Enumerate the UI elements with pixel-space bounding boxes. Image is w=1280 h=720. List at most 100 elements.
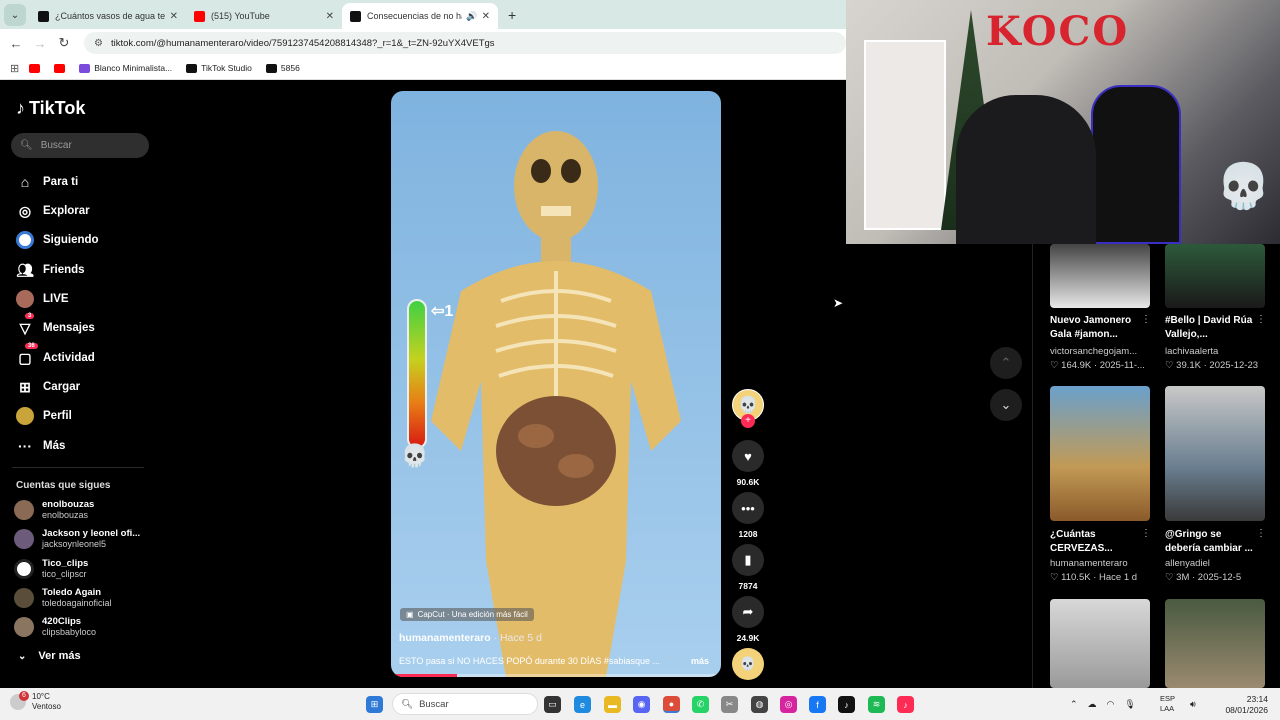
more-options-icon[interactable]: ⋮: [1256, 528, 1266, 539]
clock[interactable]: 23:14 08/01/2026: [1222, 694, 1268, 716]
follow-plus-icon[interactable]: +: [741, 414, 755, 428]
spotify-icon[interactable]: ≋: [868, 696, 885, 713]
language-indicator[interactable]: ESP LAA: [1160, 694, 1175, 714]
heart-icon[interactable]: ♥: [732, 440, 764, 472]
followed-account[interactable]: Tico_clips tico_clipscr: [14, 558, 88, 580]
capcut-badge[interactable]: ▣ CapCut · Una edición más fácil: [400, 608, 534, 621]
followed-account[interactable]: Toledo Again toledoagainoficial: [14, 587, 112, 609]
card-author[interactable]: victorsanchegojam...: [1050, 346, 1150, 357]
reload-icon[interactable]: ↻: [52, 35, 76, 51]
card-title[interactable]: @Gringo se debería cambiar ...: [1165, 528, 1255, 556]
tiktok-app-icon[interactable]: ♪: [838, 696, 855, 713]
snipping-tool-icon[interactable]: ✂: [721, 696, 738, 713]
more-options-icon[interactable]: ⋮: [1141, 528, 1151, 539]
video-progress-bar[interactable]: [391, 674, 721, 677]
speaker-icon[interactable]: 🔊: [466, 11, 477, 22]
forward-icon[interactable]: →: [28, 36, 52, 51]
facebook-icon[interactable]: f: [809, 696, 826, 713]
task-view-icon[interactable]: ▭: [544, 696, 561, 713]
nav-siguiendo[interactable]: Siguiendo: [16, 231, 99, 249]
browser-tabstrip: ⌄ ¿Cuántos vasos de agua te lleva ✕ (515…: [0, 0, 846, 29]
followed-account[interactable]: 420Clips clipsbabyloco: [14, 616, 96, 638]
nav-perfil[interactable]: Perfil: [16, 407, 72, 425]
scroll-up-button[interactable]: ⌃: [990, 347, 1022, 379]
windows-start-icon[interactable]: ⊞: [366, 696, 383, 713]
taskbar-search[interactable]: 🔍︎ Buscar: [392, 693, 538, 715]
instagram-icon[interactable]: ◎: [780, 696, 797, 713]
card-title[interactable]: ¿Cuántas CERVEZAS...: [1050, 528, 1140, 556]
browser-tab-active[interactable]: Consecuencias de no hace 🔊 ✕: [342, 3, 498, 29]
like-action[interactable]: ♥ 90.6K: [732, 440, 764, 487]
followed-account[interactable]: Jackson y leonel ofi... jacksoynleonel5: [14, 528, 140, 550]
tab-search-button[interactable]: ⌄: [4, 4, 26, 26]
bookmark-youtube-icon[interactable]: [54, 63, 69, 73]
site-info-icon[interactable]: ⚙: [94, 38, 103, 49]
share-action[interactable]: ➦ 24.9K: [732, 596, 764, 643]
see-more-button[interactable]: ⌄ Ver más: [18, 650, 81, 662]
nav-live[interactable]: LIVE: [16, 290, 69, 308]
bookmark-canva[interactable]: Blanco Minimalista...: [79, 63, 172, 73]
bookmark-5856[interactable]: 5856: [265, 63, 300, 73]
followed-account[interactable]: enolbouzas enolbouzas: [14, 499, 94, 521]
browser-tab[interactable]: ¿Cuántos vasos de agua te lleva ✕: [30, 3, 186, 29]
comment-action[interactable]: ••• 1208: [732, 492, 764, 539]
more-options-icon[interactable]: ⋮: [1141, 314, 1151, 325]
card-author[interactable]: humanamenteraro: [1050, 558, 1150, 569]
new-tab-icon[interactable]: +: [508, 7, 516, 23]
bookmark-tiktok-studio[interactable]: TikTok Studio: [186, 63, 252, 73]
bookmark-icon[interactable]: ▮: [732, 544, 764, 576]
edge-icon[interactable]: e: [574, 696, 591, 713]
nav-mas[interactable]: ··· Más: [16, 437, 65, 455]
whatsapp-icon[interactable]: ✆: [692, 696, 709, 713]
divider: [12, 467, 144, 468]
video-thumbnail[interactable]: [1165, 599, 1265, 688]
nav-mensajes[interactable]: ▽ 3 Mensajes: [16, 313, 95, 337]
tiktok-logo[interactable]: ♪ TikTok: [16, 98, 85, 119]
network-icon[interactable]: ☁: [1088, 699, 1097, 710]
video-thumbnail[interactable]: [1165, 386, 1265, 521]
back-icon[interactable]: ←: [4, 36, 28, 51]
nav-cargar[interactable]: ⊞ Cargar: [16, 378, 80, 396]
obs-icon[interactable]: ◍: [751, 696, 768, 713]
browser-tab[interactable]: (515) YouTube ✕: [186, 3, 342, 29]
nav-label: LIVE: [43, 293, 69, 305]
apps-icon[interactable]: ⊞: [10, 62, 19, 75]
video-author[interactable]: humanamenteraro · Hace 5 d: [399, 632, 542, 644]
save-action[interactable]: ▮ 7874: [732, 544, 764, 591]
bookmark-youtube-icon[interactable]: [29, 63, 44, 73]
video-thumbnail[interactable]: [1165, 244, 1265, 308]
music-disc-icon[interactable]: 💀: [732, 648, 764, 680]
nav-explorar[interactable]: ◎ Explorar: [16, 202, 90, 220]
video-thumbnail[interactable]: [1050, 386, 1150, 521]
card-title[interactable]: #Bello | David Rúa Vallejo,...: [1165, 314, 1255, 342]
discord-icon[interactable]: ◉: [633, 696, 650, 713]
url-field[interactable]: ⚙ tiktok.com/@humanamenteraro/video/7591…: [84, 32, 846, 54]
comment-icon[interactable]: •••: [732, 492, 764, 524]
nav-actividad[interactable]: ▢ 36 Actividad: [16, 343, 95, 367]
close-tab-icon[interactable]: ✕: [326, 11, 334, 22]
video-player[interactable]: 💀 ⇦1 ▣ CapCut · Una edición más fácil hu…: [391, 91, 721, 677]
chevron-up-icon[interactable]: ⌃: [1070, 699, 1078, 710]
share-icon[interactable]: ➦: [732, 596, 764, 628]
card-author[interactable]: lachivaalerta: [1165, 346, 1265, 357]
nav-para-ti[interactable]: ⌂ Para ti: [16, 173, 78, 191]
nav-friends[interactable]: 👥︎ Friends: [16, 261, 84, 279]
more-link[interactable]: más: [691, 656, 709, 666]
microphone-icon[interactable]: 🎙︎: [1124, 699, 1135, 710]
card-author[interactable]: allenyadiel: [1165, 558, 1265, 569]
file-explorer-icon[interactable]: ▬: [604, 696, 621, 713]
sound-disc[interactable]: 💀: [732, 648, 764, 680]
more-options-icon[interactable]: ⋮: [1256, 314, 1266, 325]
weather-widget[interactable]: 6 10°C Ventoso: [10, 691, 61, 712]
card-title[interactable]: Nuevo Jamonero Gala #jamon...: [1050, 314, 1140, 342]
close-tab-icon[interactable]: ✕: [482, 11, 490, 22]
speaker-icon[interactable]: 🔊︎: [1190, 699, 1196, 710]
video-thumbnail[interactable]: [1050, 599, 1150, 688]
wifi-icon[interactable]: ◠: [1107, 699, 1115, 710]
search-input[interactable]: 🔍︎ Buscar: [11, 133, 149, 158]
chrome-icon[interactable]: ●: [663, 696, 680, 713]
close-tab-icon[interactable]: ✕: [170, 11, 178, 22]
video-thumbnail[interactable]: [1050, 244, 1150, 308]
scroll-down-button[interactable]: ⌄: [990, 389, 1022, 421]
tiktok-live-studio-icon[interactable]: ♪: [897, 696, 914, 713]
